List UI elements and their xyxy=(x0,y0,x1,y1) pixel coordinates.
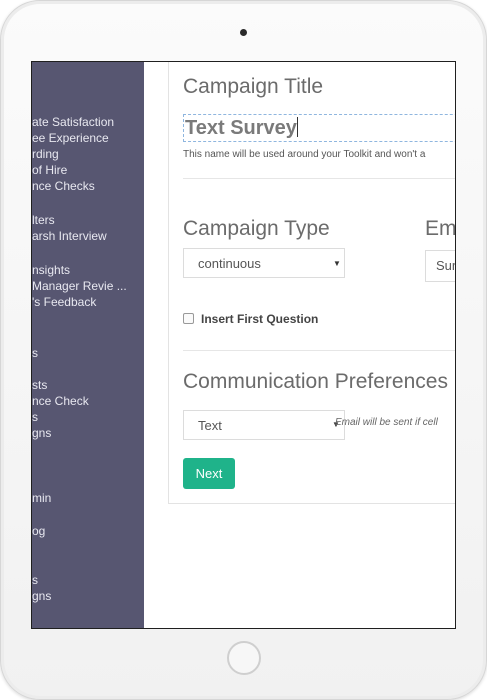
home-button[interactable] xyxy=(227,641,261,675)
sidebar-item[interactable]: gns xyxy=(32,426,51,440)
sidebar-item[interactable]: og xyxy=(32,524,45,538)
sidebar-item[interactable]: arsh Interview xyxy=(32,229,107,243)
campaign-form-card: Campaign Title Text Survey This name wil… xyxy=(168,62,456,504)
main-content: Campaign Title Text Survey This name wil… xyxy=(144,62,455,628)
sidebar-item[interactable]: nce Check xyxy=(32,394,89,408)
campaign-title-help: This name will be used around your Toolk… xyxy=(183,149,426,160)
campaign-type-select[interactable]: continuous ▼ xyxy=(183,248,345,278)
sidebar-item[interactable]: gns xyxy=(32,589,51,603)
campaign-title-heading: Campaign Title xyxy=(183,75,324,98)
email-select-value: Sur xyxy=(436,258,456,273)
screen: ate Satisfaction ee Experience rding of … xyxy=(31,61,456,629)
sidebar-item[interactable]: ate Satisfaction xyxy=(32,115,114,129)
sidebar-item[interactable]: lters xyxy=(32,213,55,227)
sidebar-item[interactable]: rding xyxy=(32,147,59,161)
communication-value: Text xyxy=(198,418,222,433)
communication-preferences-heading: Communication Preferences xyxy=(183,370,448,393)
caret-down-icon: ▼ xyxy=(333,259,341,268)
sidebar-item[interactable]: sts xyxy=(32,378,47,392)
sidebar-item[interactable]: s xyxy=(32,346,38,360)
divider xyxy=(183,350,455,351)
sidebar-item[interactable]: nsights xyxy=(32,263,70,277)
communication-note: Email will be sent if cell xyxy=(335,417,438,428)
campaign-type-value: continuous xyxy=(198,256,261,271)
next-button[interactable]: Next xyxy=(183,458,235,489)
campaign-title-input[interactable]: Text Survey xyxy=(183,114,455,142)
sidebar-item[interactable]: ee Experience xyxy=(32,131,109,145)
insert-first-question-label: Insert First Question xyxy=(201,312,319,326)
sidebar-nav: ate Satisfaction ee Experience rding of … xyxy=(32,62,144,628)
email-heading: Em xyxy=(425,217,456,240)
campaign-type-heading: Campaign Type xyxy=(183,217,330,240)
text-caret xyxy=(296,117,298,137)
sidebar-item[interactable]: 's Feedback xyxy=(32,295,96,309)
tablet-frame: ate Satisfaction ee Experience rding of … xyxy=(0,0,487,700)
sidebar-item[interactable]: Manager Revie ... xyxy=(32,279,127,293)
campaign-title-value: Text Survey xyxy=(185,117,297,139)
divider xyxy=(183,178,455,179)
sidebar-item[interactable]: nce Checks xyxy=(32,179,95,193)
sidebar-item[interactable]: s xyxy=(32,573,38,587)
email-select[interactable]: Sur xyxy=(425,250,456,282)
sidebar-item[interactable]: s xyxy=(32,410,38,424)
camera-icon xyxy=(240,29,247,36)
communication-select[interactable]: Text xyxy=(183,410,345,440)
insert-first-question-checkbox[interactable] xyxy=(183,313,194,324)
sidebar-item[interactable]: of Hire xyxy=(32,163,67,177)
sidebar-item[interactable]: min xyxy=(32,491,51,505)
